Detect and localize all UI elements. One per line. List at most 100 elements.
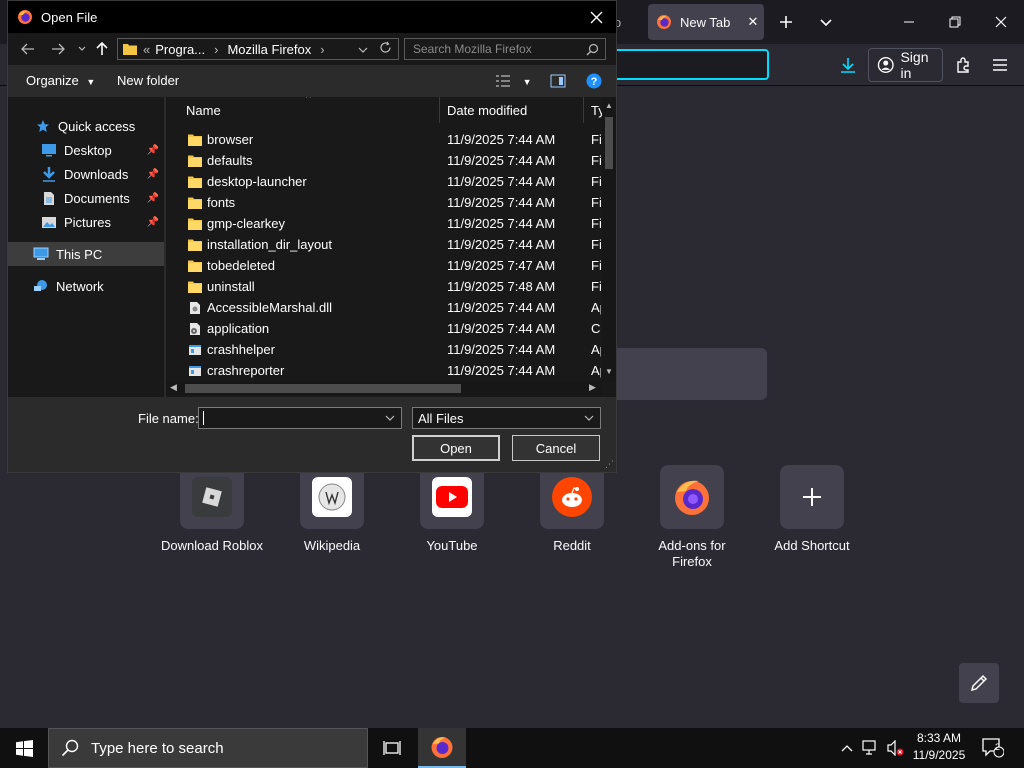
file-row[interactable]: AccessibleMarshal.dll 11/9/2025 7:44 AM Ap — [166, 297, 601, 318]
file-type: Co — [591, 321, 601, 336]
clock[interactable]: 8:33 AM 11/9/2025 — [906, 730, 972, 764]
taskbar-search-placeholder: Type here to search — [91, 739, 224, 757]
back-button[interactable] — [18, 39, 38, 59]
customize-button[interactable] — [959, 663, 999, 703]
scroll-up-icon[interactable]: ▲ — [605, 101, 613, 110]
file-row[interactable]: desktop-launcher 11/9/2025 7:44 AM Fi — [166, 171, 601, 192]
cancel-button[interactable]: Cancel — [512, 435, 600, 461]
extensions-button[interactable] — [950, 52, 978, 78]
nav-item-network[interactable]: Network — [8, 274, 164, 298]
nav-item-this-pc[interactable]: This PC — [8, 242, 164, 266]
breadcrumb-segment[interactable]: Mozilla Firefox — [227, 42, 311, 57]
nav-item-downloads[interactable]: Downloads 📌 — [8, 162, 164, 186]
minimize-button[interactable] — [894, 8, 924, 36]
nav-item-pictures[interactable]: Pictures 📌 — [8, 210, 164, 234]
file-row[interactable]: browser 11/9/2025 7:44 AM Fi — [166, 129, 601, 150]
scroll-right-icon[interactable]: ▶ — [589, 382, 596, 393]
resize-grip-icon[interactable]: ⋰ — [605, 459, 614, 470]
forward-button[interactable] — [48, 39, 68, 59]
nav-item-documents[interactable]: Documents 📌 — [8, 186, 164, 210]
list-all-tabs-button[interactable] — [811, 8, 841, 36]
show-hidden-icons-button[interactable] — [836, 728, 858, 768]
horizontal-scrollbar[interactable]: ◀ ▶ — [166, 381, 602, 395]
vertical-scrollbar[interactable]: ▲ ▼ — [602, 97, 616, 381]
nav-item-quick-access[interactable]: Quick access — [8, 114, 164, 138]
restore-button[interactable] — [940, 8, 970, 36]
file-type: Fi — [591, 216, 601, 231]
breadcrumb-segment[interactable]: Progra... — [155, 42, 205, 57]
shortcut-download-roblox[interactable]: Download Roblox — [157, 465, 267, 554]
start-button[interactable] — [0, 728, 48, 768]
url-bar[interactable] — [600, 49, 769, 80]
up-button[interactable] — [92, 39, 112, 59]
svg-text:?: ? — [591, 76, 598, 88]
chevron-down-icon[interactable] — [385, 414, 395, 422]
folder-icon — [188, 280, 202, 294]
dialog-search-input[interactable]: Search Mozilla Firefox — [404, 38, 606, 60]
column-header-date[interactable]: Date modified — [441, 97, 584, 123]
file-row[interactable]: tobedeleted 11/9/2025 7:47 AM Fi — [166, 255, 601, 276]
preview-pane-button[interactable] — [550, 74, 566, 91]
vertical-scroll-thumb[interactable] — [605, 117, 613, 169]
file-row[interactable]: defaults 11/9/2025 7:44 AM Fi — [166, 150, 601, 171]
file-name: crashreporter — [207, 363, 285, 378]
refresh-button[interactable] — [379, 41, 392, 57]
file-name-input[interactable] — [198, 407, 402, 429]
organize-button[interactable]: Organize ▼ — [26, 73, 95, 88]
file-row[interactable]: fonts 11/9/2025 7:44 AM Fi — [166, 192, 601, 213]
shortcut-reddit[interactable]: Reddit — [517, 465, 627, 554]
taskbar-firefox-button[interactable] — [418, 728, 466, 768]
network-tray-button[interactable] — [860, 728, 882, 768]
breadcrumb-overflow[interactable]: « — [143, 42, 150, 57]
app-menu-button[interactable] — [986, 52, 1014, 78]
file-row[interactable]: application 11/9/2025 7:44 AM Co — [166, 318, 601, 339]
tab-close-icon[interactable]: ✕ — [742, 14, 764, 30]
pin-icon[interactable]: 📌 — [147, 217, 159, 228]
address-history-button[interactable] — [358, 42, 368, 57]
clock-time: 8:33 AM — [916, 731, 962, 745]
file-type: Ap — [591, 363, 601, 378]
file-row[interactable]: installation_dir_layout 11/9/2025 7:44 AM… — [166, 234, 601, 255]
open-button[interactable]: Open — [412, 435, 500, 461]
shortcut-wikipedia[interactable]: Wikipedia — [277, 465, 387, 554]
file-row[interactable]: crashreporter 11/9/2025 7:44 AM Ap — [166, 360, 601, 381]
file-date: 11/9/2025 7:44 AM — [447, 216, 556, 231]
pin-icon[interactable]: 📌 — [147, 169, 159, 180]
address-bar[interactable]: « Progra... › Mozilla Firefox › — [117, 38, 399, 60]
new-tab-search-box[interactable] — [600, 348, 767, 400]
file-row[interactable]: uninstall 11/9/2025 7:48 AM Fi — [166, 276, 601, 297]
tab-new-tab[interactable]: New Tab ✕ — [648, 4, 764, 40]
breadcrumb-separator-icon[interactable]: › — [320, 42, 324, 57]
scroll-left-icon[interactable]: ◀ — [170, 382, 177, 393]
shortcut-add[interactable]: Add Shortcut — [757, 465, 867, 554]
downloads-button[interactable] — [834, 52, 862, 78]
network-icon — [32, 278, 50, 294]
file-row[interactable]: crashhelper 11/9/2025 7:44 AM Ap — [166, 339, 601, 360]
file-type-select[interactable]: All Files — [412, 407, 601, 429]
new-folder-button[interactable]: New folder — [117, 73, 179, 88]
scroll-down-icon[interactable]: ▼ — [605, 367, 613, 376]
action-center-button[interactable]: 2 — [976, 728, 1010, 768]
view-options-button[interactable]: ▼ — [495, 74, 532, 91]
search-icon — [586, 43, 599, 56]
taskbar-search-box[interactable]: Type here to search — [48, 728, 368, 768]
window-close-button[interactable] — [986, 8, 1016, 36]
sign-in-button[interactable]: Sign in — [868, 48, 943, 82]
recent-locations-button[interactable] — [72, 39, 92, 59]
shortcut-add-ons[interactable]: Add-ons for Firefox — [637, 465, 747, 570]
horizontal-scroll-thumb[interactable] — [185, 384, 461, 393]
file-date: 11/9/2025 7:44 AM — [447, 195, 556, 210]
pin-icon[interactable]: 📌 — [147, 193, 159, 204]
help-button[interactable]: ? — [586, 73, 602, 92]
nav-item-desktop[interactable]: Desktop 📌 — [8, 138, 164, 162]
dialog-title-bar[interactable]: Open File — [8, 1, 616, 33]
shortcut-youtube[interactable]: YouTube — [397, 465, 507, 554]
volume-tray-button[interactable] — [884, 728, 906, 768]
dialog-close-button[interactable] — [582, 3, 610, 31]
breadcrumb-separator-icon[interactable]: › — [214, 42, 218, 57]
new-tab-button[interactable] — [771, 8, 801, 36]
task-view-button[interactable] — [368, 728, 416, 768]
pin-icon[interactable]: 📌 — [147, 145, 159, 156]
column-header-name[interactable]: Name ^ — [166, 97, 440, 123]
file-row[interactable]: gmp-clearkey 11/9/2025 7:44 AM Fi — [166, 213, 601, 234]
